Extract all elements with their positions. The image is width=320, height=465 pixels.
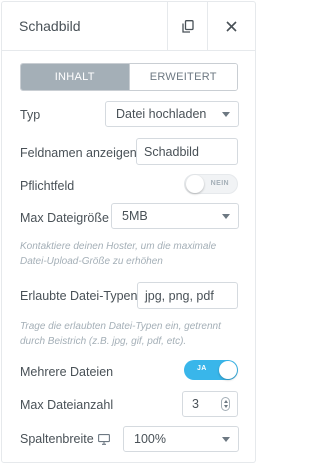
required-label: Pflichtfeld xyxy=(20,179,75,193)
required-toggle[interactable]: NEIN xyxy=(184,174,238,194)
field-name-label: Feldnamen anzeigen xyxy=(20,146,137,160)
tab-erweitert[interactable]: ERWEITERT xyxy=(128,64,237,90)
allowed-types-label: Erlaubte Datei-Typen xyxy=(20,289,138,303)
desktop-icon[interactable] xyxy=(98,434,110,445)
allowed-types-help: Trage die erlaubten Datei-Typen ein, get… xyxy=(20,321,221,347)
settings-panel: Schadbild INHALT ERWEITERT Typ Datei hoc… xyxy=(1,1,256,463)
panel-header: Schadbild xyxy=(2,2,255,51)
max-size-help: Kontaktiere deinen Hoster, um die maxima… xyxy=(20,241,217,267)
field-name-value: Schadbild xyxy=(144,144,199,159)
max-count-label: Max Dateianzahl xyxy=(20,398,114,412)
required-toggle-text: NEIN xyxy=(210,180,229,187)
panel-title: Schadbild xyxy=(19,18,81,34)
toggle-knob xyxy=(219,361,237,379)
multiple-label: Mehrere Dateien xyxy=(20,365,114,379)
max-size-select[interactable]: 5MB xyxy=(111,203,239,229)
max-count-stepper[interactable]: 3 xyxy=(182,391,238,417)
field-name-input[interactable]: Schadbild xyxy=(136,138,238,165)
duplicate-button[interactable] xyxy=(167,2,207,50)
duplicate-icon xyxy=(181,19,194,33)
allowed-types-input[interactable]: jpg, png, pdf xyxy=(137,282,238,309)
column-width-select[interactable]: 100% xyxy=(123,426,239,452)
max-size-value: 5MB xyxy=(122,209,148,223)
column-width-value: 100% xyxy=(134,432,166,446)
type-value: Datei hochladen xyxy=(116,107,207,121)
multiple-toggle-text: JA xyxy=(197,365,207,372)
max-count-value: 3 xyxy=(192,397,199,411)
chevron-down-icon xyxy=(222,214,230,219)
allowed-types-value: jpg, png, pdf xyxy=(145,288,214,303)
close-button[interactable] xyxy=(207,2,255,50)
toggle-knob xyxy=(186,175,204,193)
panel-tabs: INHALT ERWEITERT xyxy=(20,63,238,91)
stepper-arrows-icon[interactable] xyxy=(221,397,230,411)
max-size-label: Max Dateigröße xyxy=(20,211,109,225)
type-select[interactable]: Datei hochladen xyxy=(105,101,239,127)
type-label: Typ xyxy=(20,108,41,122)
close-icon xyxy=(226,20,237,32)
tab-inhalt[interactable]: INHALT xyxy=(21,64,129,90)
multiple-toggle[interactable]: JA xyxy=(184,360,238,380)
column-width-label: Spaltenbreite xyxy=(20,432,94,446)
chevron-down-icon xyxy=(222,437,230,442)
chevron-down-icon xyxy=(222,112,230,117)
